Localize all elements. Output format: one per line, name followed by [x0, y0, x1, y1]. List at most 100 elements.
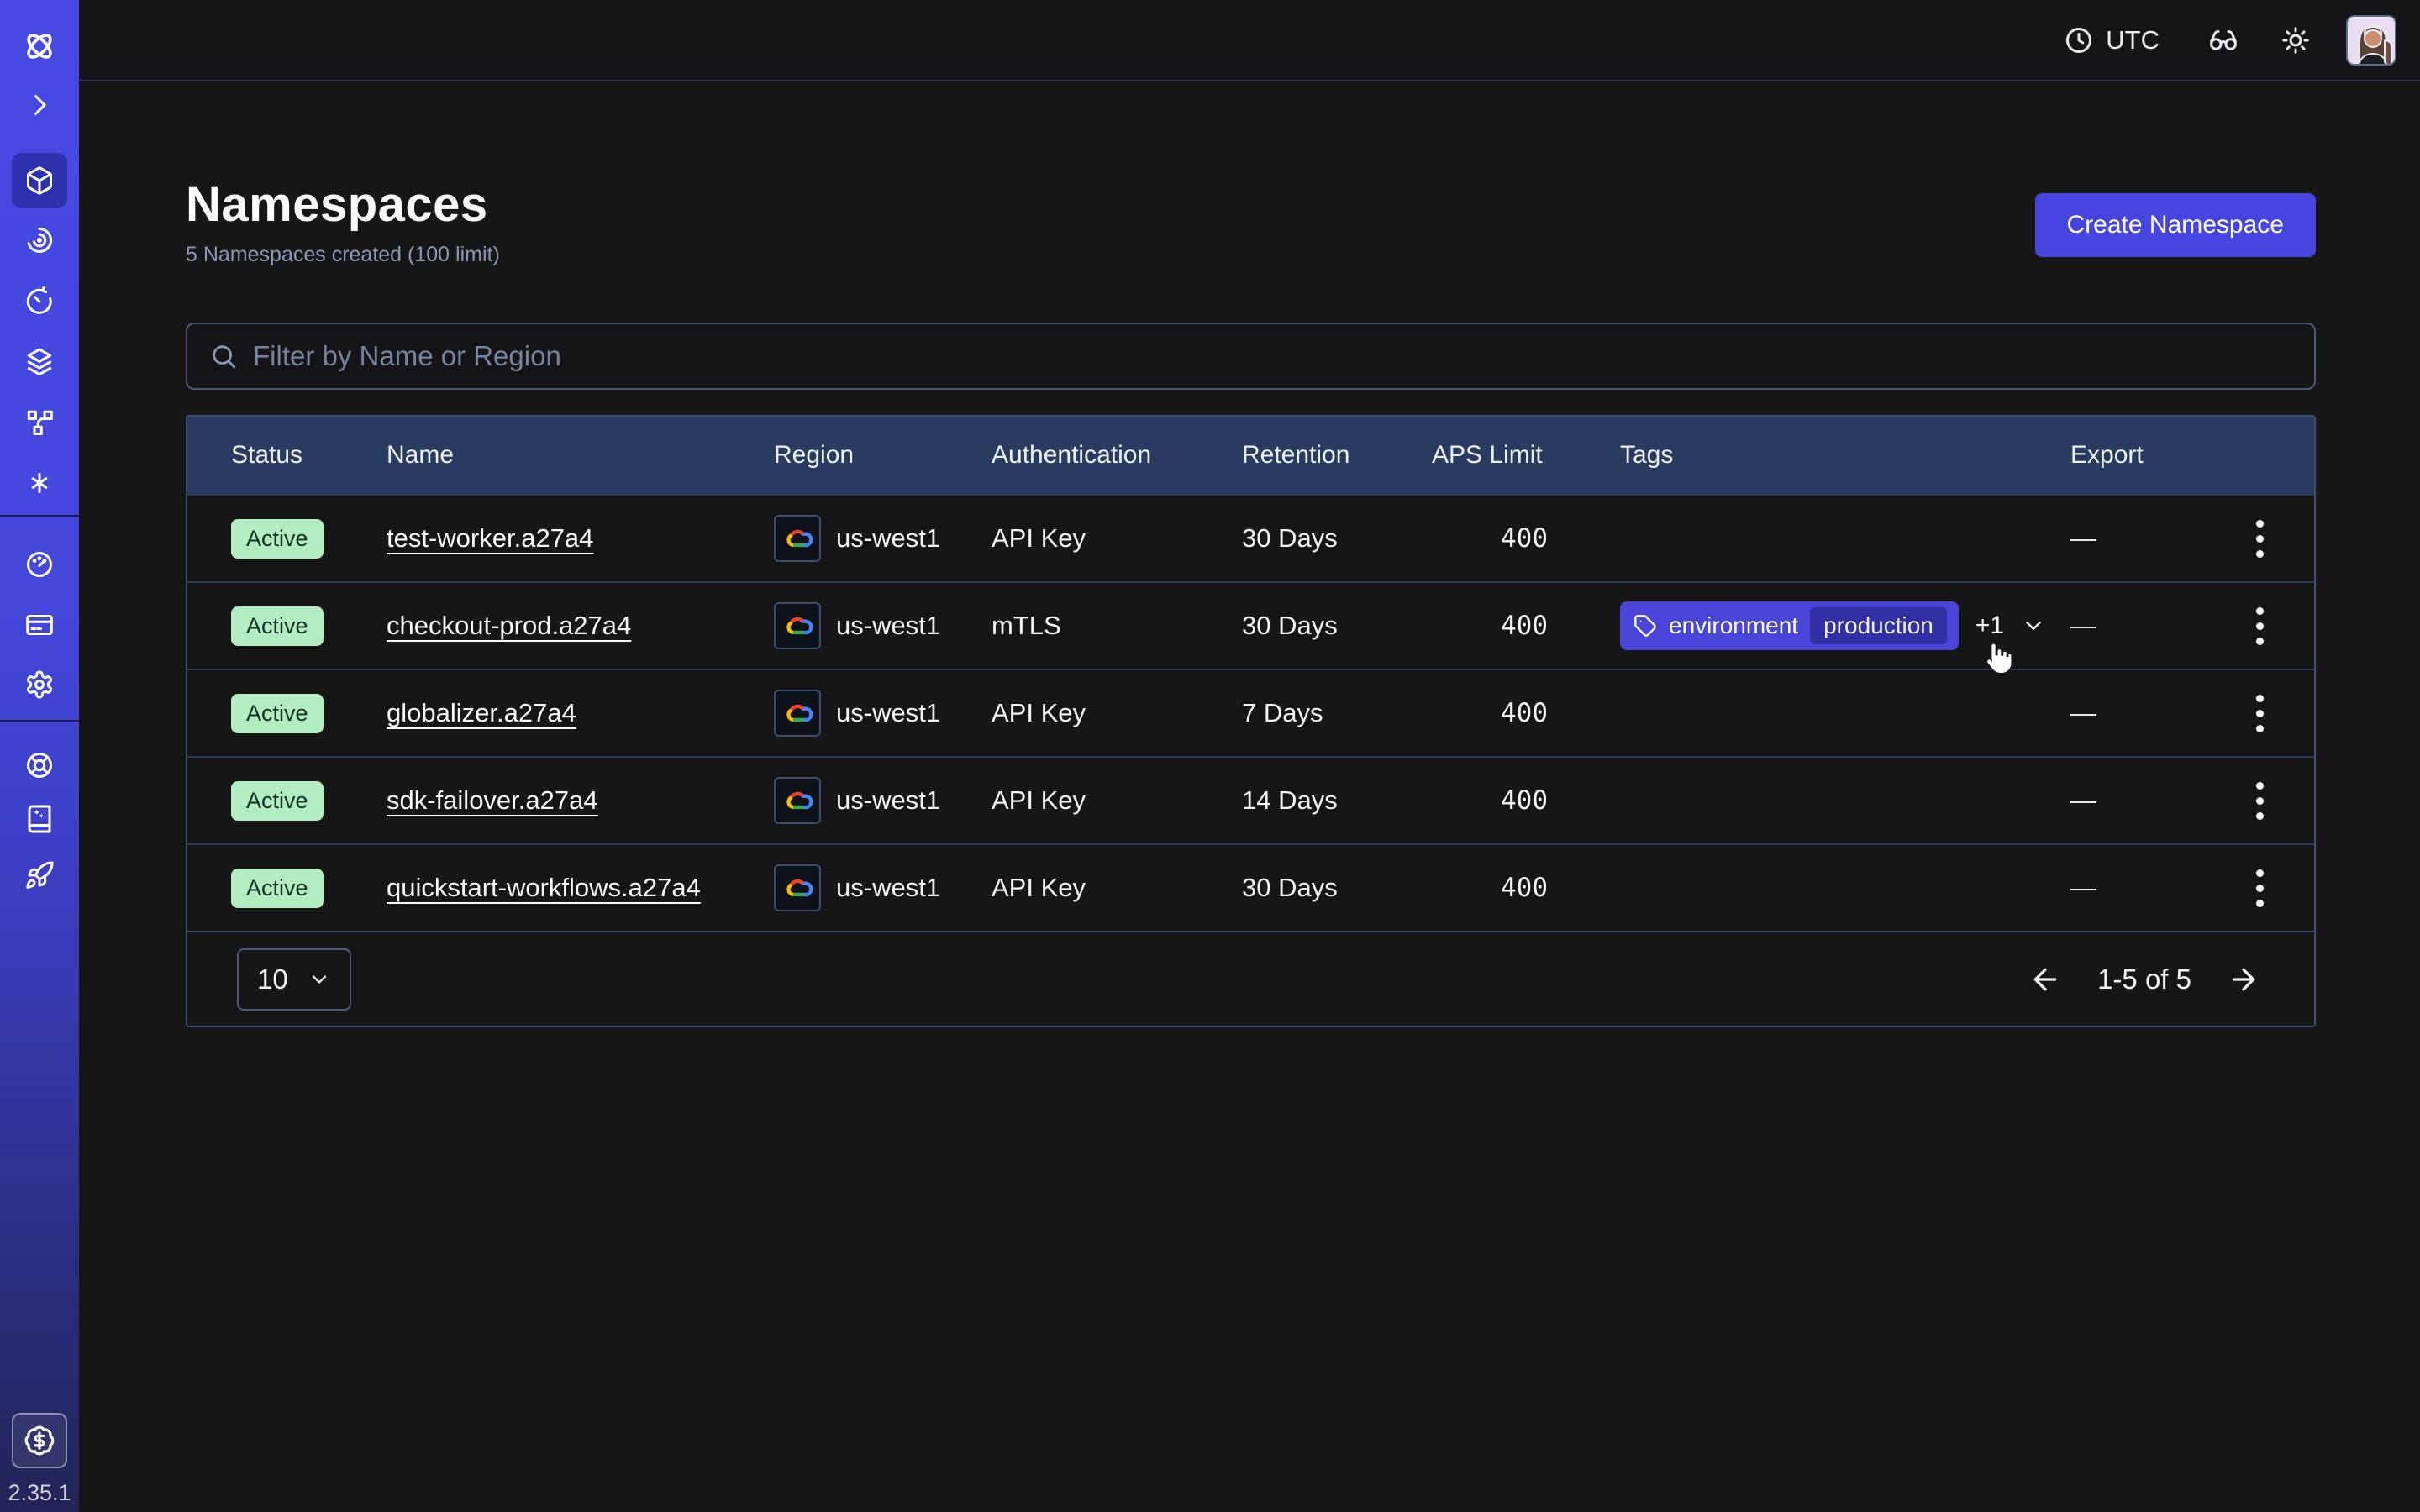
sidebar-item-get-started[interactable]	[12, 848, 67, 903]
aps-limit-value: 400	[1432, 523, 1620, 554]
sidebar-item-deployments[interactable]	[12, 395, 67, 450]
app-version: 2.35.1	[0, 1480, 79, 1506]
timezone-selector[interactable]: UTC	[2064, 25, 2160, 55]
avatar[interactable]	[2346, 15, 2396, 66]
col-aps-limit: APS Limit	[1432, 441, 1620, 470]
sidebar-item-batch-operations[interactable]	[12, 334, 67, 390]
sidebar-item-workflows[interactable]	[12, 213, 67, 268]
credit-card-icon	[24, 610, 55, 640]
region-label: us-west1	[836, 698, 940, 728]
gcp-cloud-icon	[774, 515, 821, 562]
prev-page-button[interactable]	[2028, 963, 2062, 996]
filter-bar	[186, 323, 2316, 390]
namespace-link[interactable]: checkout-prod.a27a4	[387, 611, 631, 640]
retention-value: 14 Days	[1242, 785, 1432, 816]
tags-more-count: +1	[1975, 612, 2004, 640]
tag-key: environment	[1669, 612, 1798, 639]
retention-value: 30 Days	[1242, 523, 1432, 554]
page-size-select[interactable]: 10	[237, 948, 351, 1011]
namespace-link[interactable]: test-worker.a27a4	[387, 523, 593, 553]
tag-chip[interactable]: environment production	[1620, 601, 1959, 650]
sidebar-item-namespaces[interactable]	[12, 153, 67, 208]
export-value: —	[2070, 785, 2204, 816]
namespaces-table: Status Name Region Authentication Retent…	[186, 415, 2316, 1027]
next-page-button[interactable]	[2227, 963, 2260, 996]
temporal-logo-icon[interactable]	[12, 18, 67, 74]
spiral-icon	[24, 225, 55, 255]
region-label: us-west1	[836, 523, 940, 554]
sidebar-expand-button[interactable]	[12, 77, 67, 133]
sidebar-divider	[0, 720, 79, 722]
namespace-link[interactable]: globalizer.a27a4	[387, 698, 576, 727]
timezone-label: UTC	[2106, 25, 2160, 55]
page-subtitle: 5 Namespaces created (100 limit)	[186, 243, 500, 267]
chevron-down-icon[interactable]	[2021, 613, 2046, 638]
table-header: Status Name Region Authentication Retent…	[187, 417, 2314, 494]
export-value: —	[2070, 873, 2204, 903]
clock-icon	[2064, 25, 2094, 55]
table-row: Active sdk-failover.a27a4 us-west1 API K…	[187, 756, 2314, 843]
tags-cell: environment production +1	[1620, 601, 2070, 650]
sidebar-divider	[0, 515, 79, 517]
auth-value: mTLS	[992, 611, 1242, 641]
row-menu-button[interactable]	[2234, 686, 2285, 741]
status-badge: Active	[231, 606, 324, 646]
table-row: Active test-worker.a27a4 us-west1 API Ke…	[187, 494, 2314, 581]
page-size-value: 10	[257, 963, 288, 995]
sidebar-item-schedules[interactable]	[12, 274, 67, 329]
rocket-icon	[24, 860, 55, 890]
sidebar-item-usage[interactable]	[12, 537, 67, 592]
create-namespace-button[interactable]: Create Namespace	[2035, 193, 2316, 257]
sidebar-item-support[interactable]	[12, 738, 67, 793]
col-retention: Retention	[1242, 441, 1432, 470]
topbar: UTC	[79, 0, 2420, 81]
retention-value: 7 Days	[1242, 698, 1432, 728]
namespace-link[interactable]: quickstart-workflows.a27a4	[387, 873, 701, 902]
aps-limit-value: 400	[1432, 698, 1620, 728]
gcp-cloud-icon	[774, 690, 821, 737]
region-label: us-west1	[836, 611, 940, 641]
page-title: Namespaces	[186, 176, 500, 233]
cube-icon	[24, 165, 55, 196]
status-badge: Active	[231, 869, 324, 908]
row-menu-button[interactable]	[2234, 599, 2285, 654]
timer-icon	[24, 286, 55, 317]
sidebar-item-billing[interactable]	[12, 597, 67, 653]
namespace-link[interactable]: sdk-failover.a27a4	[387, 785, 598, 815]
labs-glasses-icon[interactable]	[2208, 25, 2238, 55]
theme-sun-icon[interactable]	[2281, 25, 2311, 55]
export-value: —	[2070, 611, 2204, 641]
aps-limit-value: 400	[1432, 873, 1620, 903]
asterisk-icon	[24, 468, 55, 498]
gcp-cloud-icon	[774, 602, 821, 649]
book-sparkle-icon	[24, 804, 55, 834]
tag-value: production	[1810, 607, 1947, 644]
export-value: —	[2070, 523, 2204, 554]
col-export: Export	[2070, 441, 2204, 470]
billing-badge-button[interactable]	[12, 1413, 67, 1468]
sidebar: 2.35.1	[0, 0, 79, 1512]
gauge-icon	[24, 549, 55, 580]
export-value: —	[2070, 698, 2204, 728]
badge-dollar-icon	[24, 1425, 55, 1457]
aps-limit-value: 400	[1432, 611, 1620, 641]
sidebar-item-settings[interactable]	[12, 657, 67, 712]
row-menu-button[interactable]	[2234, 512, 2285, 566]
tag-icon	[1634, 614, 1657, 638]
table-footer: 10 1-5 of 5	[187, 931, 2314, 1026]
sidebar-item-docs[interactable]	[12, 791, 67, 847]
gcp-cloud-icon	[774, 864, 821, 911]
col-status: Status	[187, 441, 387, 470]
row-menu-button[interactable]	[2234, 774, 2285, 828]
main-content: Namespaces 5 Namespaces created (100 lim…	[186, 82, 2316, 1027]
sidebar-item-nexus[interactable]	[12, 455, 67, 511]
filter-input[interactable]	[253, 340, 2292, 372]
auth-value: API Key	[992, 873, 1242, 903]
gear-icon	[24, 669, 55, 700]
retention-value: 30 Days	[1242, 873, 1432, 903]
auth-value: API Key	[992, 785, 1242, 816]
row-menu-button[interactable]	[2234, 861, 2285, 916]
status-badge: Active	[231, 519, 324, 559]
pagination-range: 1-5 of 5	[2097, 963, 2191, 995]
search-icon	[209, 342, 238, 370]
